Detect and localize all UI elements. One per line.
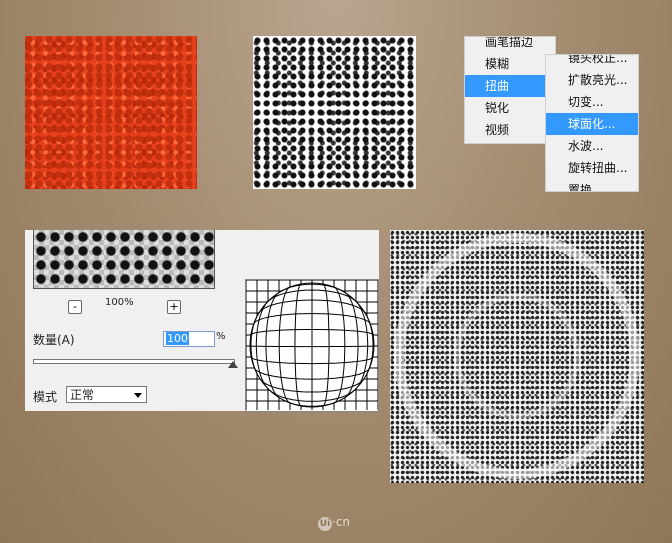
spherize-grid-preview xyxy=(245,279,379,412)
menu-item-displace[interactable]: 置换 xyxy=(546,179,638,191)
menu-item-sharpen[interactable]: 锐化 xyxy=(465,97,555,119)
menu-item-shear[interactable]: 切变... xyxy=(546,91,638,113)
menu-item-blur[interactable]: 模糊 xyxy=(465,53,555,75)
menu-item-sketch[interactable]: 素描 xyxy=(465,141,555,143)
menu-item-brush-strokes[interactable]: 画笔描边 xyxy=(465,37,555,53)
menu-item-spherize[interactable]: 球面化... xyxy=(546,113,638,135)
chevron-down-icon xyxy=(134,393,142,398)
menu-item-distort[interactable]: 扭曲 xyxy=(465,75,555,97)
spherize-ring-overlay xyxy=(394,233,640,479)
amount-input[interactable]: 100 xyxy=(163,331,215,347)
menu-item-video[interactable]: 视频 xyxy=(465,119,555,141)
filter-menu: 画笔描边 模糊 扭曲 锐化 视频 素描 xyxy=(464,36,556,144)
menu-item-ripple[interactable]: 水波... xyxy=(546,135,638,157)
amount-label: 数量(A) xyxy=(33,333,75,347)
percent-sign: % xyxy=(216,331,226,342)
mode-label: 模式 xyxy=(33,390,58,404)
zoom-level: 100% xyxy=(105,297,134,308)
amount-value: 100 xyxy=(166,332,189,345)
amount-slider-thumb[interactable] xyxy=(228,361,238,368)
menu-item-diffuse-glow[interactable]: 扩散亮光... xyxy=(546,69,638,91)
grid-line-vertical xyxy=(294,280,302,410)
zoom-out-button[interactable]: - xyxy=(68,300,82,314)
mode-select[interactable]: 正常 xyxy=(66,386,147,403)
watermark-logo: Ui ·cn xyxy=(318,515,350,531)
spherize-dialog: - 100% + 数量(A) 100 % 模式 正常 xyxy=(25,230,379,412)
logo-text: ·cn xyxy=(332,515,351,529)
orange-texture-image xyxy=(25,36,197,189)
logo-badge: Ui xyxy=(318,517,332,531)
zoom-in-button[interactable]: + xyxy=(167,300,181,314)
spherized-result-image xyxy=(390,230,644,483)
menu-item-lens-correction[interactable]: 镜头校正... xyxy=(546,55,638,69)
mode-value: 正常 xyxy=(70,388,95,402)
spherize-grid-graphic xyxy=(245,279,379,410)
grid-line-vertical xyxy=(322,280,330,410)
dots-texture-image xyxy=(253,36,416,189)
menu-item-twirl[interactable]: 旋转扭曲... xyxy=(546,157,638,179)
filter-preview[interactable] xyxy=(33,230,215,289)
distort-submenu: 镜头校正... 扩散亮光... 切变... 球面化... 水波... 旋转扭曲.… xyxy=(545,54,639,192)
amount-slider[interactable] xyxy=(33,359,235,364)
